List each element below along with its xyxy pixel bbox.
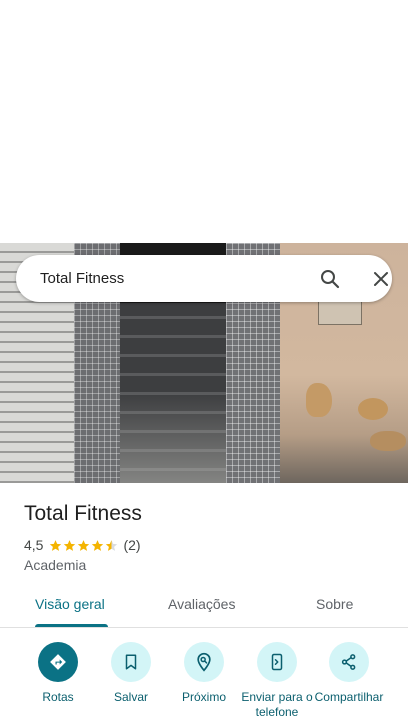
send-to-phone-icon xyxy=(257,642,297,682)
share-icon xyxy=(329,642,369,682)
nearby-label: Próximo xyxy=(181,690,226,704)
wall-stain xyxy=(358,398,388,420)
rating-row[interactable]: 4,5 (2) xyxy=(24,537,141,553)
rating-value: 4,5 xyxy=(24,537,44,553)
tab-reviews[interactable]: Avaliações xyxy=(168,596,235,612)
meter-box xyxy=(318,301,362,325)
review-count[interactable]: (2) xyxy=(123,537,140,553)
star-icon xyxy=(92,539,104,551)
map-area[interactable] xyxy=(0,0,408,243)
active-tab-indicator xyxy=(35,624,108,627)
place-title: Total Fitness xyxy=(24,502,142,525)
share-button[interactable]: Compartilhar xyxy=(309,640,389,705)
nearby-button[interactable]: Próximo xyxy=(164,640,244,705)
tab-about[interactable]: Sobre xyxy=(316,596,353,612)
wall-stain xyxy=(306,383,332,417)
save-button[interactable]: Salvar xyxy=(91,640,171,705)
bookmark-icon xyxy=(111,642,151,682)
search-icon[interactable] xyxy=(318,267,342,291)
half-star-icon xyxy=(106,539,118,551)
save-label: Salvar xyxy=(113,690,148,704)
tab-bar: Visão geral Avaliações Sobre xyxy=(0,586,408,628)
send-to-phone-button[interactable]: Enviar para o telefone xyxy=(237,640,317,720)
search-bar[interactable]: Total Fitness xyxy=(16,255,392,302)
rating-stars xyxy=(49,539,119,552)
wall-stain xyxy=(370,431,406,451)
directions-icon xyxy=(38,642,78,682)
directions-button[interactable]: Rotas xyxy=(18,640,98,705)
close-icon[interactable] xyxy=(369,267,393,291)
place-category: Academia xyxy=(24,557,87,573)
staircase-light xyxy=(120,393,226,483)
tab-overview[interactable]: Visão geral xyxy=(35,596,105,612)
send-to-phone-label: Enviar para o telefone xyxy=(241,690,313,719)
star-icon xyxy=(78,539,90,551)
directions-label: Rotas xyxy=(42,690,74,704)
star-icon xyxy=(50,539,62,551)
star-icon xyxy=(64,539,76,551)
share-label: Compartilhar xyxy=(314,690,384,704)
action-bar: Rotas Salvar Próximo Enviar para o telef… xyxy=(0,640,408,726)
nearby-icon xyxy=(184,642,224,682)
